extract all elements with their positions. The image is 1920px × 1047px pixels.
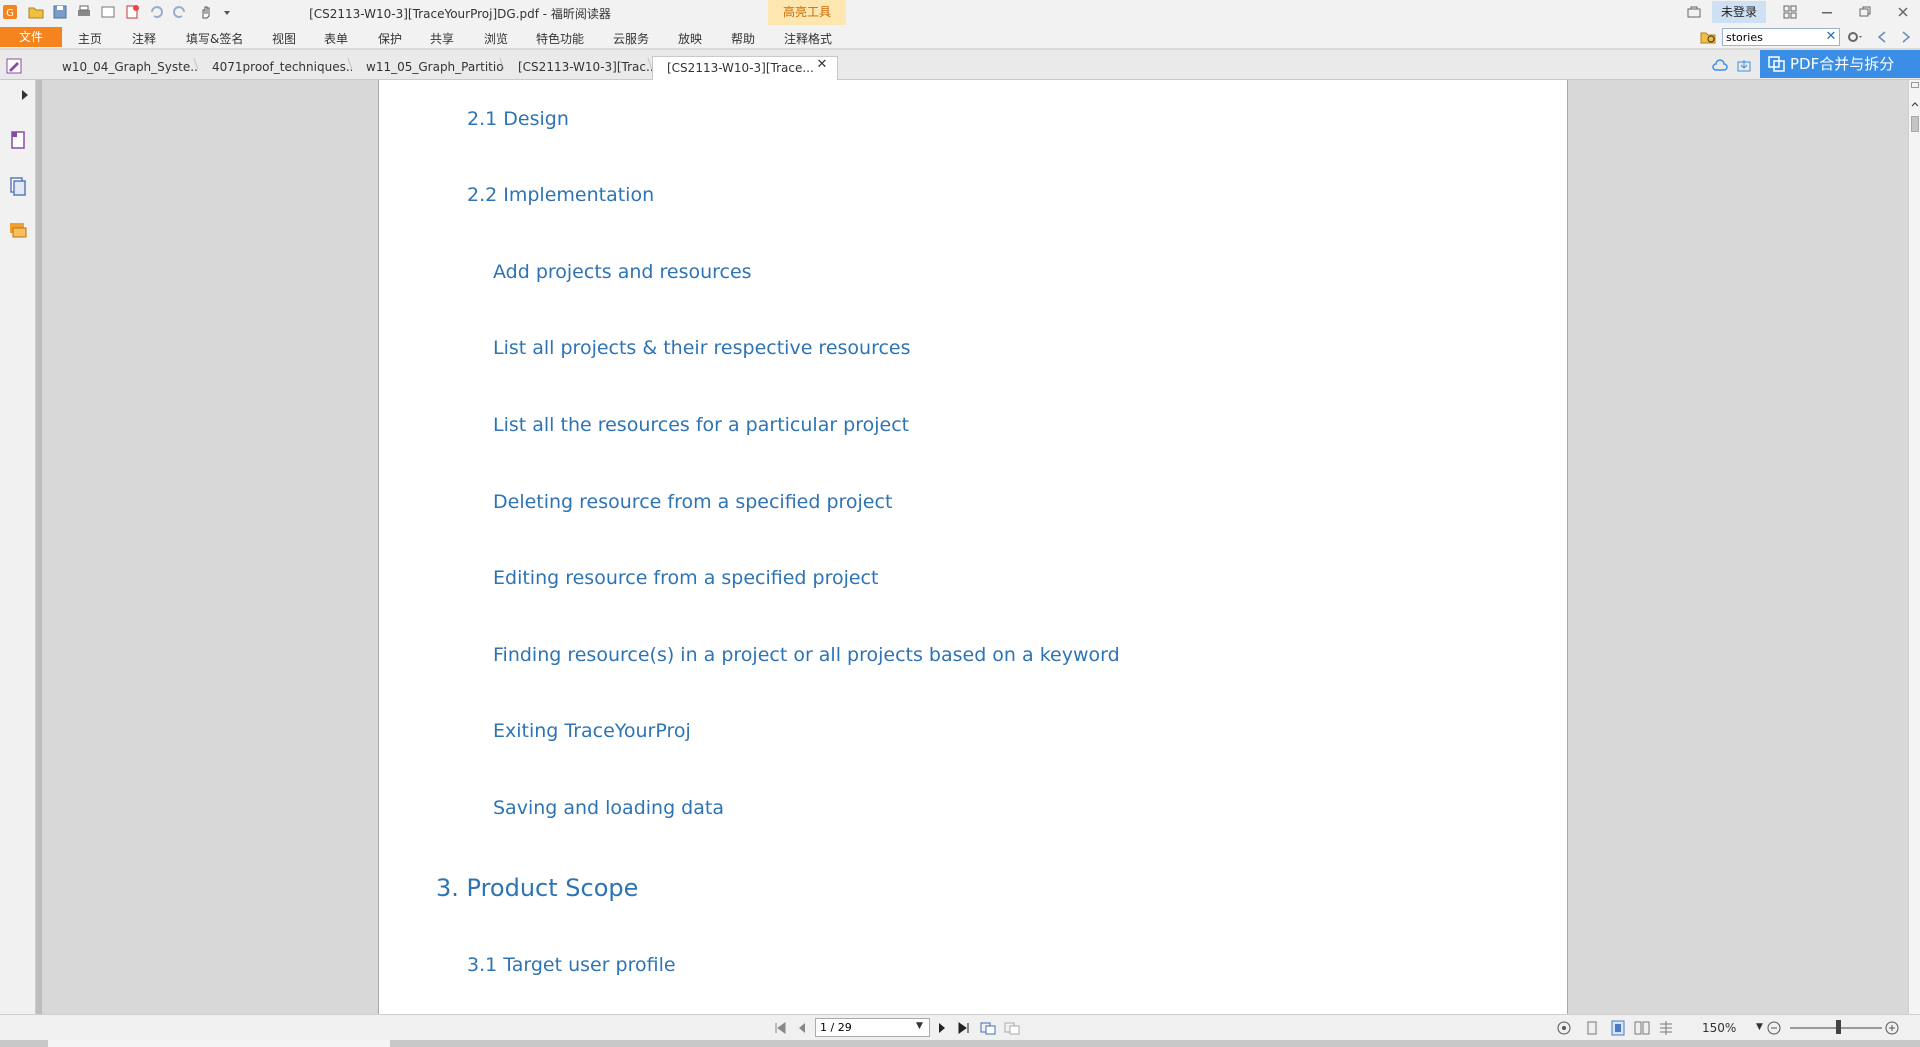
title-bar: G [CS2113-W10-3][TraceYourProj]DG.pdf - … <box>0 0 1920 25</box>
merge-icon <box>1768 56 1785 72</box>
toc-entry-editing-resource[interactable]: Editing resource from a specified projec… <box>493 567 878 589</box>
search-next-icon[interactable] <box>1898 29 1914 45</box>
pages-icon[interactable] <box>8 176 28 196</box>
menu-cloud[interactable]: 云服务 <box>613 30 649 47</box>
zoom-slider-thumb[interactable] <box>1836 1020 1841 1034</box>
next-page-icon[interactable] <box>934 1020 950 1036</box>
reading-mode-icon[interactable] <box>1556 1020 1572 1036</box>
pdf-merge-split-button[interactable]: PDF合并与拆分 <box>1760 50 1920 78</box>
toc-entry-deleting-resource[interactable]: Deleting resource from a specified proje… <box>493 491 892 513</box>
close-window-icon[interactable] <box>1894 4 1912 20</box>
document-viewport: 2.1 Design 2.2 Implementation Add projec… <box>42 80 1908 1014</box>
facing-pages-icon[interactable] <box>1634 1020 1650 1036</box>
merge-button-label: PDF合并与拆分 <box>1790 55 1895 73</box>
tab-label: w11_05_Graph_Partitio... <box>366 60 504 74</box>
tab-label: [CS2113-W10-3][Trac... <box>518 60 652 74</box>
first-page-icon[interactable] <box>772 1020 788 1036</box>
taskbar-highlight <box>48 1040 390 1047</box>
tab-cs2113-trace-active[interactable]: [CS2113-W10-3][Trace... <box>652 56 838 80</box>
split-view-handle[interactable] <box>1911 82 1919 88</box>
find-folder-icon[interactable] <box>1700 29 1716 45</box>
menu-share[interactable]: 共享 <box>430 30 454 47</box>
menu-comment[interactable]: 注释 <box>132 30 156 47</box>
expand-panel-icon[interactable] <box>20 86 30 106</box>
status-bar: ▼ 150% ▼ <box>0 1014 1920 1040</box>
scroll-thumb[interactable] <box>1911 116 1919 132</box>
page-thumbnails-icon[interactable] <box>8 130 28 150</box>
tab-cs2113-trac[interactable]: [CS2113-W10-3][Trac... <box>504 56 652 80</box>
tab-label: w10_04_Graph_Syste... <box>62 60 198 74</box>
tab-4071proof[interactable]: 4071proof_techniques.... <box>198 56 352 80</box>
search-input[interactable] <box>1722 28 1840 46</box>
previous-view-icon[interactable] <box>980 1020 996 1036</box>
continuous-facing-icon[interactable] <box>1658 1020 1674 1036</box>
download-icon[interactable] <box>1736 58 1752 74</box>
page-dropdown-icon[interactable]: ▼ <box>916 1021 923 1031</box>
menu-browse[interactable]: 浏览 <box>484 30 508 47</box>
toc-entry-saving-loading[interactable]: Saving and loading data <box>493 797 724 819</box>
sign-pen-icon[interactable] <box>6 58 22 74</box>
single-page-icon[interactable] <box>1584 1020 1600 1036</box>
comments-icon[interactable] <box>8 220 28 240</box>
zoom-in-icon[interactable] <box>1884 1020 1900 1036</box>
pdf-page: 2.1 Design 2.2 Implementation Add projec… <box>378 80 1568 1014</box>
cloud-sync-icon[interactable] <box>1712 58 1728 74</box>
toc-entry-list-resources[interactable]: List all the resources for a particular … <box>493 414 909 436</box>
page-number-input[interactable] <box>815 1018 930 1037</box>
restore-icon[interactable] <box>1856 4 1874 20</box>
search-clear-icon[interactable]: ✕ <box>1824 30 1838 44</box>
continuous-page-icon[interactable] <box>1610 1020 1626 1036</box>
toc-entry-exiting[interactable]: Exiting TraceYourProj <box>493 720 691 742</box>
toc-entry-add-projects[interactable]: Add projects and resources <box>493 261 752 283</box>
scroll-up-icon[interactable] <box>1910 94 1920 107</box>
tab-w11-graph-partition[interactable]: w11_05_Graph_Partitio... <box>352 56 504 80</box>
tab-label: [CS2113-W10-3][Trace... <box>667 61 814 75</box>
tab-w10-graph-system[interactable]: w10_04_Graph_Syste... <box>48 56 198 80</box>
zoom-out-icon[interactable] <box>1766 1020 1782 1036</box>
minimize-icon[interactable] <box>1818 4 1836 20</box>
menu-annotation-format[interactable]: 注释格式 <box>784 30 832 47</box>
toc-entry-list-all-projects[interactable]: List all projects & their respective res… <box>493 337 911 359</box>
left-navigation-panel <box>0 80 36 1014</box>
last-page-icon[interactable] <box>956 1020 972 1036</box>
menu-view[interactable]: 视图 <box>272 30 296 47</box>
login-button[interactable]: 未登录 <box>1712 1 1766 23</box>
menu-bar: 文件 主页 注释 填写&签名 视图 表单 保护 共享 浏览 特色功能 云服务 放… <box>0 25 1920 49</box>
toc-entry-design[interactable]: 2.1 Design <box>467 108 569 130</box>
cloud-settings-icon[interactable] <box>1686 4 1702 20</box>
menu-protect[interactable]: 保护 <box>378 30 402 47</box>
toc-entry-target-user-profile[interactable]: 3.1 Target user profile <box>467 954 676 976</box>
search-settings-icon[interactable] <box>1846 29 1862 45</box>
menu-fill-sign[interactable]: 填写&签名 <box>186 30 243 47</box>
menu-form[interactable]: 表单 <box>324 30 348 47</box>
highlight-tools-tab[interactable]: 高亮工具 <box>768 0 846 25</box>
zoom-level[interactable]: 150% <box>1702 1021 1736 1035</box>
menu-home[interactable]: 主页 <box>78 30 102 47</box>
zoom-dropdown-icon[interactable]: ▼ <box>1756 1022 1763 1032</box>
document-tab-bar: w10_04_Graph_Syste... 4071proof_techniqu… <box>0 50 1920 80</box>
prev-page-icon[interactable] <box>794 1020 810 1036</box>
toc-entry-implementation[interactable]: 2.2 Implementation <box>467 184 654 206</box>
next-view-icon[interactable] <box>1004 1020 1020 1036</box>
layout-grid-icon[interactable] <box>1782 4 1798 20</box>
menu-help[interactable]: 帮助 <box>731 30 755 47</box>
menu-file[interactable]: 文件 <box>0 27 62 47</box>
vertical-scrollbar[interactable] <box>1908 80 1920 1014</box>
toc-entry-finding-resources[interactable]: Finding resource(s) in a project or all … <box>493 644 1120 666</box>
menu-features[interactable]: 特色功能 <box>536 30 584 47</box>
menu-slideshow[interactable]: 放映 <box>678 30 702 47</box>
tab-close-icon[interactable]: ✕ <box>814 57 830 73</box>
tab-label: 4071proof_techniques.... <box>212 60 352 74</box>
toc-entry-product-scope[interactable]: 3. Product Scope <box>436 874 638 902</box>
search-prev-icon[interactable] <box>1874 29 1890 45</box>
